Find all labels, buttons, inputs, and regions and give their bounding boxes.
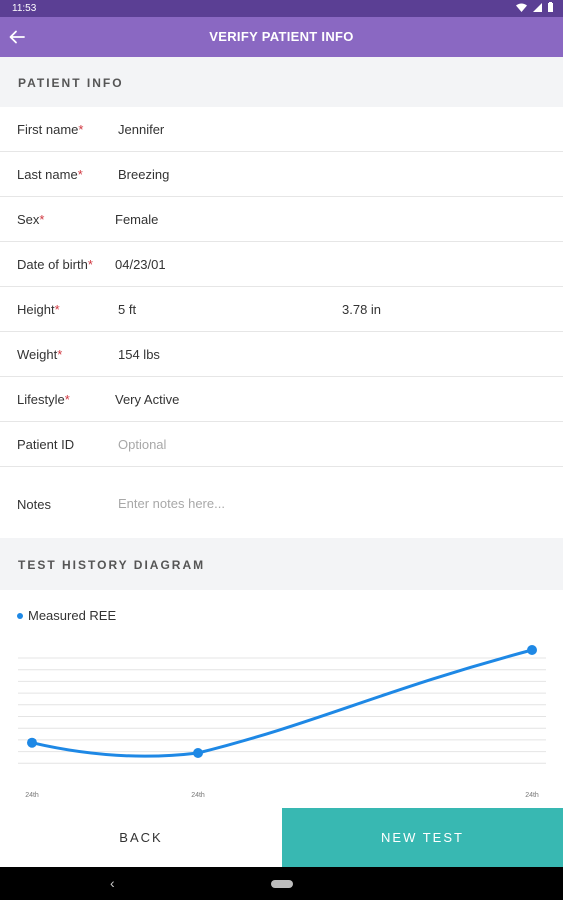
height-label: Height* (17, 302, 60, 317)
nav-back-icon[interactable]: ‹ (110, 875, 115, 891)
page-title: VERIFY PATIENT INFO (209, 29, 354, 44)
test-history-chart: 24th 24th 24th (18, 645, 546, 799)
sex-field[interactable]: Female (115, 212, 158, 227)
data-point[interactable] (527, 645, 537, 655)
last-name-label: Last name* (17, 167, 83, 182)
notes-input[interactable]: Enter notes here... (118, 496, 225, 511)
row-height[interactable]: Height* 5 ft 3.78 in (0, 287, 563, 332)
legend-label: Measured REE (28, 608, 117, 623)
battery-icon (548, 2, 553, 12)
section-header-test-history: TEST HISTORY DIAGRAM (0, 538, 563, 590)
chart-legend: Measured REE (17, 608, 116, 623)
patient-id-label: Patient ID (17, 437, 75, 452)
legend-dot-icon (17, 612, 23, 619)
data-point[interactable] (27, 737, 37, 748)
notes-label: Notes (17, 497, 51, 512)
signal-icon (533, 2, 542, 12)
date-of-birth-field[interactable]: 04/23/01 (115, 257, 166, 272)
height-inches-field[interactable]: 3.78 in (342, 302, 381, 317)
section-title: PATIENT INFO (18, 76, 124, 90)
row-date-of-birth[interactable]: Date of birth* 04/23/01 (0, 242, 563, 287)
required-marker: * (87, 257, 93, 272)
required-marker: * (78, 122, 84, 137)
required-marker: * (77, 167, 83, 182)
nav-home-pill-icon[interactable] (271, 880, 293, 888)
row-weight[interactable]: Weight* 154 lbs (0, 332, 563, 377)
bottom-action-bar: BACK NEW TEST (0, 808, 563, 867)
x-tick-label: 24th (25, 792, 39, 799)
system-nav-bar: ‹ (0, 867, 563, 900)
lifestyle-field[interactable]: Very Active (115, 392, 179, 407)
height-feet-field[interactable]: 5 ft (118, 302, 136, 317)
sex-label: Sex* (17, 212, 45, 227)
row-lifestyle[interactable]: Lifestyle* Very Active (0, 377, 563, 422)
weight-field[interactable]: 154 lbs (118, 347, 160, 362)
required-marker: * (64, 392, 70, 407)
required-marker: * (54, 302, 60, 317)
section-header-patient-info: PATIENT INFO (0, 57, 563, 107)
first-name-field[interactable]: Jennifer (118, 122, 164, 137)
date-of-birth-label: Date of birth* (17, 257, 93, 272)
status-time: 11:53 (12, 3, 37, 14)
row-last-name[interactable]: Last name* Breezing (0, 152, 563, 197)
new-test-button[interactable]: NEW TEST (282, 808, 563, 867)
row-patient-id[interactable]: Patient ID Optional (0, 422, 563, 467)
x-tick-label: 24th (525, 792, 539, 799)
row-notes[interactable]: Notes Enter notes here... (0, 467, 563, 538)
first-name-label: First name* (17, 122, 84, 137)
patient-id-input[interactable]: Optional (118, 437, 166, 452)
status-icons (516, 2, 553, 12)
last-name-field[interactable]: Breezing (118, 167, 169, 182)
row-first-name[interactable]: First name* Jennifer (0, 107, 563, 152)
status-bar: 11:53 (0, 0, 563, 17)
x-tick-label: 24th (191, 792, 205, 799)
required-marker: * (57, 347, 63, 362)
row-sex[interactable]: Sex* Female (0, 197, 563, 242)
section-title: TEST HISTORY DIAGRAM (18, 558, 206, 572)
data-point[interactable] (193, 748, 203, 758)
required-marker: * (39, 212, 45, 227)
wifi-icon (516, 3, 527, 12)
app-bar: VERIFY PATIENT INFO (0, 17, 563, 57)
back-button[interactable]: BACK (0, 808, 282, 867)
weight-label: Weight* (17, 347, 63, 362)
lifestyle-label: Lifestyle* (17, 392, 70, 407)
